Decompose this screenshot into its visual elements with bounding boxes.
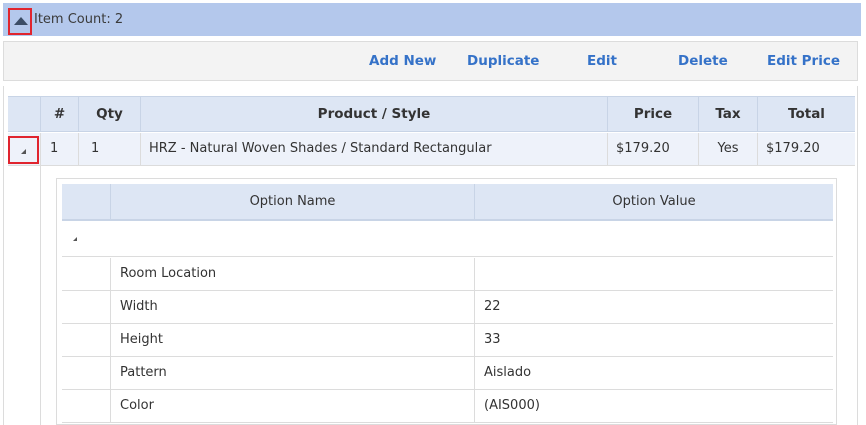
grid-toolbar: Add New Duplicate Edit Delete Edit Price [3,41,858,81]
options-grid-header: Option Name Option Value [62,184,833,221]
list-item[interactable]: Width 22 [62,291,833,324]
row-number: 1 [41,133,79,165]
column-header-total[interactable]: Total [758,97,855,132]
option-name: Color [111,390,475,422]
option-indent-cell [62,258,111,290]
column-header-price[interactable]: Price [608,97,699,132]
add-new-button[interactable]: Add New [369,53,436,69]
item-count-label: Item Count: 2 [34,12,124,27]
collapse-up-arrow-icon [14,17,28,25]
list-item[interactable]: Room Location [62,258,833,291]
table-row[interactable]: 1 1 HRZ - Natural Woven Shades / Standar… [8,133,855,166]
column-header-option-value[interactable]: Option Value [475,184,833,219]
options-group-row[interactable] [62,223,833,257]
option-indent-cell [62,324,111,356]
header-expand-column [8,97,41,132]
edit-button[interactable]: Edit [587,53,617,69]
option-indent-cell [62,390,111,422]
row-detail-area: Option Name Option Value Room Location W… [8,166,855,425]
option-value: 22 [484,299,501,314]
collapse-toggle-button[interactable] [8,8,32,35]
row-collapse-button[interactable] [8,136,39,164]
list-item[interactable]: Color (AIS000) [62,390,833,423]
row-total: $179.20 [766,141,820,156]
option-value: 33 [484,332,501,347]
row-product: HRZ - Natural Woven Shades / Standard Re… [141,133,608,165]
row-tax: Yes [699,133,758,165]
row-qty: 1 [79,133,141,165]
row-price: $179.20 [608,133,699,165]
option-name: Height [111,324,475,356]
delete-button[interactable]: Delete [678,53,728,69]
column-header-option-name[interactable]: Option Name [111,184,475,219]
option-name: Width [111,291,475,323]
column-header-product[interactable]: Product / Style [141,97,608,132]
options-group-column [62,184,111,219]
duplicate-button[interactable]: Duplicate [467,53,539,69]
option-name: Pattern [111,357,475,389]
items-grid-header: # Qty Product / Style Price Tax Total [8,96,855,132]
list-item[interactable]: Height 33 [62,324,833,357]
expanded-arrow-icon [21,149,26,154]
option-indent-cell [62,291,111,323]
list-item[interactable]: Pattern Aislado [62,357,833,390]
option-indent-cell [62,357,111,389]
group-expanded-arrow-icon[interactable] [73,237,77,241]
detail-gutter [8,166,41,425]
column-header-tax[interactable]: Tax [699,97,758,132]
option-value: Aislado [484,365,532,380]
options-grid: Option Name Option Value Room Location W… [56,178,837,425]
option-value [475,258,833,290]
option-name: Room Location [111,258,475,290]
edit-price-button[interactable]: Edit Price [767,53,840,69]
items-grid: # Qty Product / Style Price Tax Total 1 … [3,86,858,425]
column-header-number[interactable]: # [41,97,79,132]
column-header-qty[interactable]: Qty [79,97,141,132]
option-value: (AIS000) [484,398,540,413]
items-header-bar: Item Count: 2 [3,3,861,36]
